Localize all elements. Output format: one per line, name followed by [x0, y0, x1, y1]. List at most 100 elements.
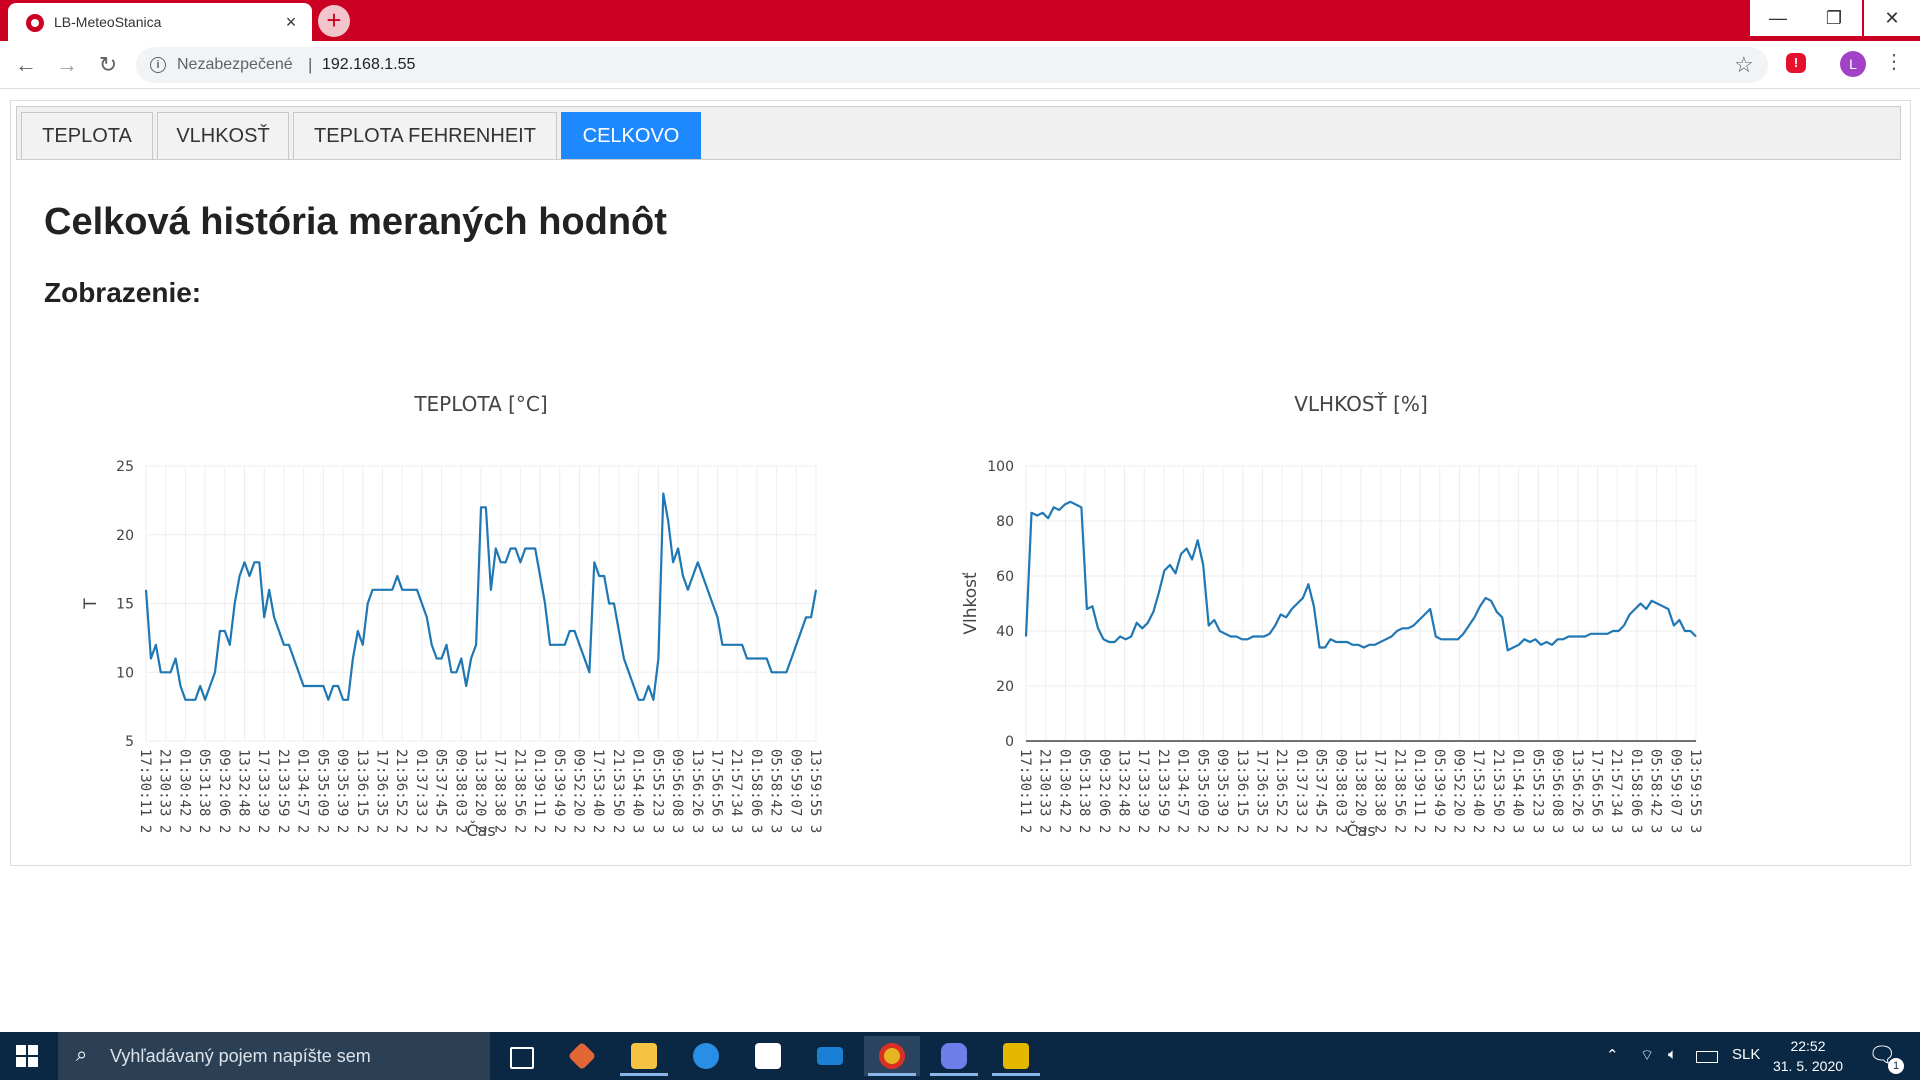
- volume-icon[interactable]: 🔈︎: [1668, 1046, 1677, 1063]
- file-explorer-icon[interactable]: [616, 1036, 672, 1076]
- x-tick-label: 09:35:39 2: [334, 749, 350, 833]
- x-tick-label: 09:56:08 3: [669, 749, 685, 833]
- y-tick-label: 15: [116, 597, 134, 613]
- x-tick-label: 05:35:09 2: [314, 749, 330, 833]
- x-tick-label: 01:34:57 2: [1175, 749, 1191, 833]
- y-tick-label: 100: [987, 459, 1014, 475]
- security-label: Nezabezpečené: [177, 56, 293, 73]
- battery-icon[interactable]: [1696, 1051, 1718, 1063]
- y-axis-label: T: [81, 598, 101, 610]
- tab-close-icon[interactable]: ×: [280, 11, 302, 33]
- x-tick-label: 05:35:09 2: [1194, 749, 1210, 833]
- x-tick-label: 09:32:06 2: [216, 749, 232, 833]
- x-tick-label: 17:56:56 3: [708, 749, 724, 833]
- chrome-icon[interactable]: [864, 1036, 920, 1076]
- x-tick-label: 05:37:45 2: [1313, 749, 1329, 833]
- app-icon[interactable]: [988, 1036, 1044, 1076]
- store-icon[interactable]: [740, 1036, 796, 1076]
- x-tick-label: 17:36:35 2: [1253, 749, 1269, 833]
- clock-time: 22:52: [1790, 1038, 1826, 1054]
- bookmark-star-icon[interactable]: ☆: [1734, 52, 1754, 78]
- humidity-chart: VLHKOSŤ [%] 17:30:11 2 21:30:33 2 01:30:42 …: [961, 392, 1703, 840]
- edge-icon[interactable]: [678, 1036, 734, 1076]
- x-tick-label: 17:30:11 2: [137, 749, 153, 833]
- extension-shield-icon[interactable]: !: [1786, 53, 1806, 73]
- taskbar-search-box[interactable]: ⌕ Vyhľadávaný pojem napíšte sem: [58, 1032, 490, 1080]
- x-tick-label: 17:53:40 2: [1470, 749, 1486, 833]
- page-container: TEPLOTA VLHKOSŤ TEPLOTA FEHRENHEIT CELKO…: [10, 100, 1911, 866]
- browser-tab[interactable]: LB-MeteoStanica ×: [8, 3, 312, 41]
- x-tick-label: 13:36:15 2: [354, 749, 370, 833]
- x-tick-label: 13:56:26 3: [1569, 749, 1585, 833]
- site-favicon-icon: [26, 14, 44, 32]
- browser-toolbar: ← → ↻ i Nezabezpečené | 192.168.1.55 ☆ !…: [0, 41, 1920, 89]
- x-tick-label: 21:36:52 2: [393, 749, 409, 833]
- x-tick-label: 17:56:56 3: [1588, 749, 1604, 833]
- x-tick-label: 13:32:48 2: [1116, 749, 1132, 833]
- taskbar-search-placeholder: Vyhľadávaný pojem napíšte sem: [110, 1046, 371, 1066]
- show-hidden-icons-icon[interactable]: ⌃: [1606, 1046, 1619, 1064]
- x-tick-label: 17:36:35 2: [373, 749, 389, 833]
- y-tick-label: 80: [996, 514, 1014, 530]
- x-tick-label: 09:59:07 3: [1667, 749, 1683, 833]
- maximize-button[interactable]: ❐: [1806, 0, 1862, 36]
- info-icon[interactable]: i: [150, 57, 166, 73]
- x-tick-label: 21:57:34 3: [1608, 749, 1624, 833]
- tab-celkovo[interactable]: CELKOVO: [561, 112, 701, 159]
- x-axis-label: Čas: [466, 821, 495, 840]
- tab-teplota[interactable]: TEPLOTA: [21, 112, 153, 159]
- x-tick-label: 01:58:06 3: [748, 749, 764, 833]
- x-tick-label: 21:57:34 3: [728, 749, 744, 833]
- browser-title-bar: LB-MeteoStanica × + — ❐ ✕: [0, 0, 1920, 41]
- url-text[interactable]: 192.168.1.55: [322, 56, 415, 74]
- new-tab-button[interactable]: +: [318, 5, 350, 37]
- minimize-button[interactable]: —: [1750, 0, 1806, 36]
- x-tick-label: 01:39:11 2: [1411, 749, 1427, 833]
- tab-vlhkost[interactable]: VLHKOSŤ: [157, 112, 289, 159]
- taskbar-clock[interactable]: 22:52 31. 5. 2020: [1770, 1036, 1846, 1076]
- x-tick-label: 01:39:11 2: [531, 749, 547, 833]
- profile-avatar[interactable]: L: [1840, 51, 1866, 77]
- x-tick-label: 09:59:07 3: [787, 749, 803, 833]
- x-tick-label: 01:34:57 2: [295, 749, 311, 833]
- chart-title: VLHKOSŤ [%]: [1294, 392, 1428, 416]
- network-icon[interactable]: ⌔: [1640, 1046, 1654, 1065]
- browser-menu-icon[interactable]: ⋮: [1884, 49, 1904, 74]
- mail-icon[interactable]: [802, 1036, 858, 1076]
- x-tick-label: 17:33:39 2: [255, 749, 271, 833]
- language-indicator[interactable]: SLK: [1732, 1046, 1760, 1063]
- x-tick-label: 01:54:40 3: [630, 749, 646, 833]
- y-tick-label: 25: [116, 459, 134, 475]
- y-tick-label: 20: [116, 528, 134, 544]
- discord-icon[interactable]: [926, 1036, 982, 1076]
- x-tick-label: 13:59:55 3: [807, 749, 823, 833]
- page-subtitle: Zobrazenie:: [44, 277, 202, 308]
- notification-count-badge: 1: [1888, 1058, 1904, 1074]
- search-icon: ⌕: [76, 1044, 88, 1066]
- forward-arrow-icon[interactable]: →: [53, 51, 81, 79]
- x-tick-label: 01:54:40 3: [1510, 749, 1526, 833]
- y-tick-label: 40: [996, 624, 1014, 640]
- windows-start-icon[interactable]: [16, 1045, 38, 1067]
- y-tick-label: 20: [996, 679, 1014, 695]
- matlab-icon[interactable]: [554, 1036, 610, 1076]
- temperature-chart: TEPLOTA [°C] 17:30:11 2 21:30:33 2 01:30:42…: [81, 392, 823, 840]
- x-tick-label: 17:30:11 2: [1017, 749, 1033, 833]
- y-axis-label: Vlhkosť: [961, 572, 981, 635]
- reload-icon[interactable]: ↻: [94, 51, 122, 79]
- x-tick-label: 05:37:45 2: [433, 749, 449, 833]
- tab-teplota-fahrenheit[interactable]: TEPLOTA FEHRENHEIT: [293, 112, 557, 159]
- tab-title: LB-MeteoStanica: [54, 14, 162, 30]
- x-tick-label: 01:30:42 2: [1056, 749, 1072, 833]
- x-tick-label: 05:55:23 3: [1529, 749, 1545, 833]
- x-tick-label: 05:58:42 3: [768, 749, 784, 833]
- close-window-button[interactable]: ✕: [1864, 0, 1920, 36]
- x-tick-label: 09:32:06 2: [1096, 749, 1112, 833]
- x-tick-label: 01:58:06 3: [1628, 749, 1644, 833]
- task-view-icon[interactable]: [492, 1036, 548, 1076]
- x-tick-label: 05:39:49 2: [1431, 749, 1447, 833]
- y-tick-label: 60: [996, 569, 1014, 585]
- address-bar[interactable]: i Nezabezpečené | 192.168.1.55 ☆: [136, 47, 1768, 83]
- back-arrow-icon[interactable]: ←: [12, 51, 40, 79]
- x-tick-label: 21:53:50 2: [1490, 749, 1506, 833]
